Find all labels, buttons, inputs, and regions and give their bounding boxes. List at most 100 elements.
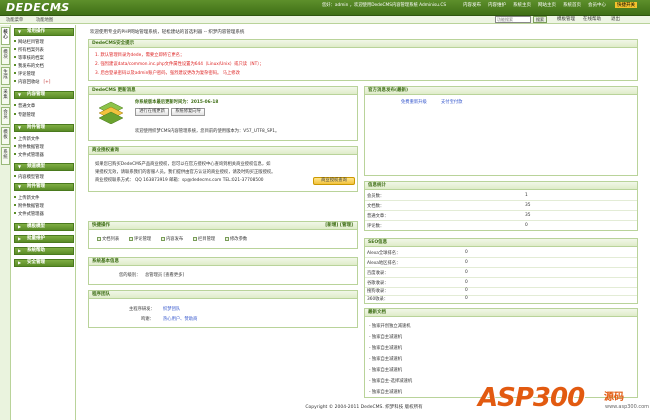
add-icon[interactable]: [+] xyxy=(43,80,50,85)
sidebar-item[interactable]: 所有档案列表 xyxy=(14,47,44,53)
sidebar-group[interactable]: ▼ 频道模型 xyxy=(14,163,74,171)
quick-switch[interactable]: 快捷开关 xyxy=(615,2,637,8)
panel-title: 信息统计 xyxy=(365,182,637,190)
top-menu-item[interactable]: 网站主页 xyxy=(538,2,556,8)
sidebar-item[interactable]: 文件式管理器 xyxy=(14,211,44,217)
quick-item[interactable]: 文档列表 xyxy=(97,236,119,242)
team-label: 主程序研发： xyxy=(129,307,155,312)
settings-icon xyxy=(225,236,229,241)
vtab-collect[interactable]: 采集 xyxy=(1,87,10,105)
sidebar: ▼ 常用操作 网站栏目管理 所有档案列表 等审核的档案 我发布的文档 评论管理 内… xyxy=(12,25,76,420)
quick-item[interactable]: 栏目管理 xyxy=(193,236,215,242)
sysinfo-panel: 系统基本信息 您的级别： 总管理员 [查看更多] xyxy=(88,257,358,285)
license-text: 如果您已购买DedeCMS产品商业授权，您可以在官方授权中心查询到相关商业授权信… xyxy=(95,162,271,167)
vtab-core[interactable]: 核心 xyxy=(1,27,10,45)
stats-row: 文档数： 35 xyxy=(365,201,637,211)
sidebar-group[interactable]: ▼ 附件管理 xyxy=(14,183,74,191)
quick-item[interactable]: 修改参数 xyxy=(225,236,247,242)
column-icon xyxy=(193,236,197,241)
quick-panel: 快捷操作 [新增] [管理] 文档列表 评论管理 内容发布 栏目管理 修改参数 xyxy=(88,221,358,249)
thanks-link[interactable]: 热心用户、赞助商 xyxy=(163,316,197,322)
stats-panel: 信息统计 会员数： 1 文档数： 35 普通文章： 35 评论数： 0 xyxy=(364,181,638,231)
sidebar-group[interactable]: ▼ 内容管理 xyxy=(14,91,74,99)
quick-manage-link[interactable]: [新增] [管理] xyxy=(325,222,353,229)
sidebar-item[interactable]: 内容模型管理 xyxy=(14,174,44,180)
vertical-tabs: 核心 模块 生成 采集 会员 模板 系统 xyxy=(0,25,11,420)
seo-row: Alexa全球排名： 0 xyxy=(365,248,637,258)
team-panel: 程序团队 主程序研发： 织梦团队 鸣谢： 热心用户、赞助商 xyxy=(88,290,358,328)
quick-item[interactable]: 内容发布 xyxy=(161,236,183,242)
watermark-site: www.asp300.com xyxy=(605,404,650,410)
sidebar-item[interactable]: 等审核的档案 xyxy=(14,55,44,61)
stats-row: 会员数： 1 xyxy=(365,191,637,201)
top-menu-item[interactable]: 会员中心 xyxy=(588,2,606,8)
security-panel: DedeCMS安全提示 1. 默认管理目录为dede，需要立即将它更名； 2. … xyxy=(88,39,638,81)
top-menu-item[interactable]: 内容发布 xyxy=(463,2,481,8)
license-text: 果授权无效，请联系我们的客服人员。我们提供由官方认证的商业授权，请及时购买正版授… xyxy=(95,170,276,175)
license-query-button[interactable]: 商业授权查询 xyxy=(313,177,355,185)
search-button[interactable]: 搜索 xyxy=(533,16,547,23)
top-menu-item[interactable]: 内容维护 xyxy=(488,2,506,8)
vtab-generate[interactable]: 生成 xyxy=(1,67,10,85)
sidebar-item[interactable]: 专题管理 xyxy=(13,112,35,118)
team-link[interactable]: 织梦团队 xyxy=(163,306,180,312)
seo-row: 百度收录： 0 xyxy=(365,268,637,278)
update-msg: 你系统版本最后更新时间为：2015-06-18 xyxy=(135,100,219,105)
panel-title: 程序团队 xyxy=(89,291,357,299)
stats-row: 评论数： 0 xyxy=(367,223,528,229)
sidebar-item[interactable]: 内容回收站 [+] xyxy=(13,79,50,85)
sidebar-item[interactable]: 附件数据管理 xyxy=(14,144,44,150)
doc-link[interactable]: - 独家自主-选择减速机 xyxy=(369,378,412,384)
doc-link[interactable]: - 独家自主减速机 xyxy=(369,356,402,362)
sidebar-group[interactable]: ▼ 附件管理 xyxy=(14,124,74,132)
sidebar-item[interactable]: 上传新文件 xyxy=(13,136,39,142)
online-update-button[interactable]: 进行在线更新 xyxy=(135,108,169,116)
sidebar-item[interactable]: 网站栏目管理 xyxy=(14,39,44,45)
map-toggle[interactable]: 功能地图 xyxy=(36,17,53,23)
panel-title: 官方消息发布(最新) xyxy=(365,87,637,95)
search-input[interactable] xyxy=(495,16,531,23)
top-menu-item[interactable]: 系统主页 xyxy=(513,2,531,8)
vtab-member[interactable]: 会员 xyxy=(1,107,10,125)
top-header: DEDECMS V5.7 您好：admin ，欢迎使用DedeCMS内容管理系统… xyxy=(0,0,650,16)
sidebar-item[interactable]: 附件数据管理 xyxy=(14,203,44,209)
panel-title: 商业授权查询 xyxy=(89,147,357,155)
official-link[interactable]: 免费重新升级 xyxy=(401,99,427,105)
license-panel: 商业授权查询 如果您已购买DedeCMS产品商业授权，您可以在官方授权中心查询到… xyxy=(88,146,358,192)
sidebar-item[interactable]: 我发布的文档 xyxy=(14,63,44,69)
version-desc: 欢迎使用织梦CMS内容管理系统，您目前的使用版本为：V57_UTF8_SP1。 xyxy=(135,129,280,134)
sidebar-item[interactable]: 普通文章 xyxy=(13,103,35,109)
repair-wizard-button[interactable]: 系统修复向导 xyxy=(171,108,205,116)
official-link[interactable]: 支付宝付款 xyxy=(441,99,462,105)
sub-bar: 功能菜单 功能地图 xyxy=(0,16,650,24)
vtab-template[interactable]: 模板 xyxy=(1,127,10,145)
sidebar-item[interactable]: 文件式管理器 xyxy=(14,152,44,158)
doc-link[interactable]: - 独家自主减速机 xyxy=(369,367,402,373)
security-line: 1. 默认管理目录为dede，需要立即将它更名； xyxy=(95,53,185,58)
help-link[interactable]: 在线帮助 xyxy=(583,16,601,22)
sidebar-item[interactable]: 上传新文件 xyxy=(13,195,39,201)
quick-item[interactable]: 评论管理 xyxy=(129,236,151,242)
top-menu-item[interactable]: 系统首页 xyxy=(563,2,581,8)
logout-link[interactable]: 退出 xyxy=(611,16,620,22)
vtab-module[interactable]: 模块 xyxy=(1,47,10,65)
comment-icon xyxy=(129,236,133,241)
stats-row: 普通文章： 35 xyxy=(365,211,637,221)
sidebar-group[interactable]: ▶ 模板模型 xyxy=(14,223,74,231)
sidebar-item[interactable]: 评论管理 xyxy=(13,71,35,77)
doc-link[interactable]: - 独家自主减速机 xyxy=(369,334,402,340)
vtab-system[interactable]: 系统 xyxy=(1,147,10,165)
logo-version: V5.7 xyxy=(56,8,67,13)
doc-link[interactable]: - 独家开创独立减速机 xyxy=(369,323,411,329)
sidebar-group[interactable]: ▶ 系统帮助 xyxy=(14,247,74,255)
thanks-label: 鸣谢： xyxy=(141,317,154,322)
sidebar-group[interactable]: ▶ 安全管理 xyxy=(14,259,74,267)
doc-link[interactable]: - 独家自主减速机 xyxy=(369,345,402,351)
sysinfo-value[interactable]: 总管理员 [查看更多] xyxy=(145,272,184,278)
panel-title: SEO信息 xyxy=(365,239,637,247)
menu-toggle[interactable]: 功能菜单 xyxy=(6,17,23,23)
sidebar-group[interactable]: ▼ 常用操作 xyxy=(14,28,74,36)
sidebar-group[interactable]: ▶ 批量维护 xyxy=(14,235,74,243)
template-link[interactable]: 模板管理 xyxy=(557,16,575,22)
doc-link[interactable]: - 独家自主减速机 xyxy=(369,389,402,395)
